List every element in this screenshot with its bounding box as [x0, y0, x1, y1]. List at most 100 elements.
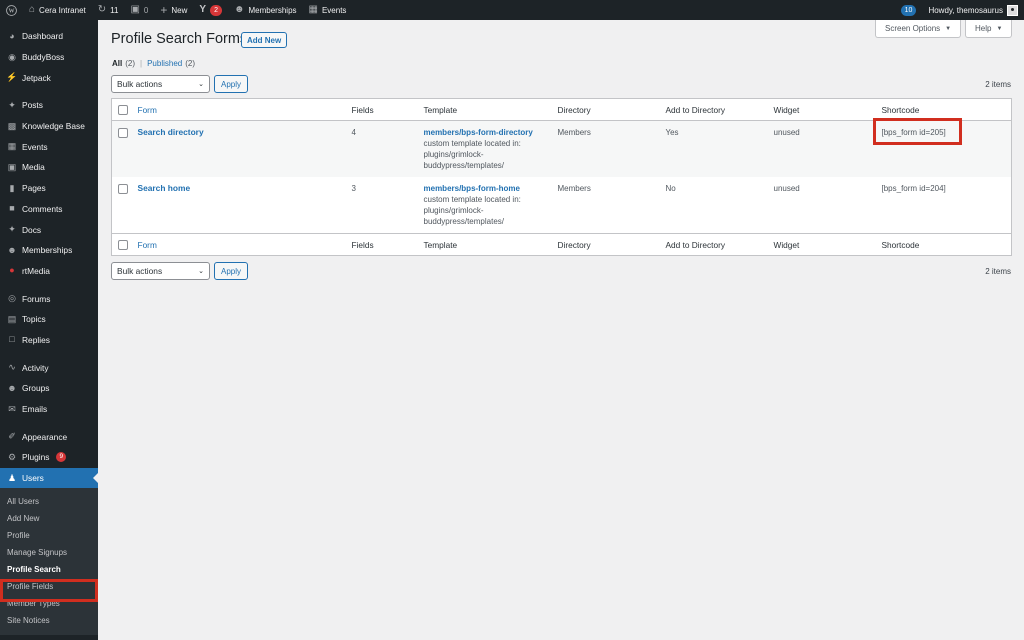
tablenav-top: Bulk actions ⌄ Apply 2 items — [111, 75, 1011, 93]
submenu-site-notices[interactable]: Site Notices — [0, 612, 98, 629]
comments-link[interactable]: ▣ 0 — [124, 0, 154, 20]
template-path: plugins/grimlock- — [423, 206, 484, 215]
dashboard-icon: ◕ — [9, 30, 15, 41]
admin-sidebar: ◕ Dashboard ◉ BuddyBoss ⚡ Jetpack ✦ Posts ▩ K… — [0, 20, 98, 640]
apply-button[interactable]: Apply — [214, 75, 249, 93]
menu-memberships[interactable]: ☻ Memberships — [0, 240, 98, 261]
menu-activity[interactable]: ∿ Activity — [0, 357, 98, 378]
directory-cell: Members — [551, 120, 660, 177]
yoast-link[interactable]: Y 2 — [193, 0, 228, 20]
submenu-add-new[interactable]: Add New — [0, 510, 98, 527]
menu-rtmedia[interactable]: ● rtMedia — [0, 261, 98, 282]
menu-groups[interactable]: ☻ Groups — [0, 378, 98, 399]
template-link[interactable]: members/bps-form-directory — [424, 127, 552, 138]
bulk-actions-select[interactable]: Bulk actions ⌄ — [111, 262, 210, 280]
menu-label: Posts — [22, 100, 43, 111]
howdy-text: Howdy, themosaurus — [928, 5, 1003, 15]
row-checkbox[interactable] — [118, 127, 128, 138]
menu-replies[interactable]: □ Replies — [0, 330, 98, 351]
filter-published[interactable]: Published — [147, 59, 182, 68]
column-shortcode: Shortcode — [875, 233, 1012, 256]
menu-users[interactable]: ♟ Users — [0, 467, 98, 489]
submenu-profile[interactable]: Profile — [0, 527, 98, 544]
new-content-link[interactable]: + New — [154, 0, 193, 20]
menu-plugins[interactable]: ⚙ Plugins 9 — [0, 447, 98, 468]
menu-forums[interactable]: ◎ Forums — [0, 288, 98, 309]
menu-label: Docs — [22, 224, 42, 235]
select-all-checkbox[interactable] — [118, 239, 128, 250]
menu-pages[interactable]: ▮ Pages — [0, 178, 98, 199]
shortcode-cell: [bps_form id=204] — [881, 184, 946, 193]
email-icon: ✉ — [8, 403, 16, 414]
pin-icon: ✦ — [8, 224, 16, 235]
menu-label: rtMedia — [22, 265, 50, 276]
jetpack-icon: ⚡ — [6, 72, 18, 83]
plus-icon: + — [160, 3, 168, 17]
column-form[interactable]: Form — [131, 98, 346, 121]
screen-options-button[interactable]: Screen Options ▼ — [875, 20, 962, 38]
notifications-link[interactable]: 10 — [895, 0, 923, 20]
caret-down-icon: ▼ — [996, 25, 1003, 32]
template-link[interactable]: members/bps-form-home — [424, 183, 552, 194]
my-account-link[interactable]: Howdy, themosaurus — [922, 0, 1024, 20]
buddyboss-icon: ◉ — [8, 51, 16, 62]
submenu-profile-fields[interactable]: Profile Fields — [0, 578, 98, 595]
select-all-checkbox[interactable] — [118, 104, 128, 115]
menu-label: Memberships — [22, 245, 73, 256]
updates-count: 11 — [110, 5, 119, 15]
memberships-link[interactable]: ☻ Memberships — [228, 0, 303, 20]
form-title-link[interactable]: Search home — [138, 183, 191, 193]
items-count: 2 items — [985, 79, 1011, 89]
column-shortcode: Shortcode — [875, 98, 1012, 121]
users-submenu: All Users Add New Profile Manage Signups… — [0, 488, 98, 636]
menu-posts[interactable]: ✦ Posts — [0, 95, 98, 116]
add-new-button[interactable]: Add New — [241, 32, 288, 48]
events-link[interactable]: ▦ Events — [303, 0, 353, 20]
bulk-actions-select[interactable]: Bulk actions ⌄ — [111, 75, 210, 93]
calendar-icon: ▦ — [308, 4, 318, 15]
form-title-link[interactable]: Search directory — [138, 127, 204, 137]
row-checkbox[interactable] — [118, 183, 128, 194]
comment-icon: ▣ — [130, 4, 140, 15]
site-name: Cera Intranet — [39, 5, 86, 15]
menu-topics[interactable]: ▤ Topics — [0, 309, 98, 330]
column-directory: Directory — [551, 233, 660, 256]
template-path: plugins/grimlock- — [423, 150, 484, 159]
menu-label: Groups — [22, 383, 50, 394]
submenu-member-types[interactable]: Member Types — [0, 595, 98, 612]
menu-comments[interactable]: ■ Comments — [0, 199, 98, 220]
menu-label: BuddyBoss — [22, 52, 65, 63]
site-name-link[interactable]: ⌂ Cera Intranet — [23, 0, 92, 20]
menu-media[interactable]: ▣ Media — [0, 157, 98, 178]
column-template: Template — [417, 233, 552, 256]
help-button[interactable]: Help ▼ — [965, 20, 1013, 38]
filter-all[interactable]: All — [112, 59, 122, 68]
menu-label: Dashboard — [22, 31, 63, 42]
wordpress-logo[interactable]: W — [0, 0, 23, 20]
apply-button[interactable]: Apply — [214, 262, 249, 280]
bulk-actions-value: Bulk actions — [117, 266, 163, 276]
template-note: custom template located in: — [423, 139, 521, 148]
groups-icon: ☻ — [7, 382, 17, 393]
new-label: New — [171, 5, 188, 15]
menu-knowledge-base[interactable]: ▩ Knowledge Base — [0, 116, 98, 137]
menu-docs[interactable]: ✦ Docs — [0, 219, 98, 240]
menu-events[interactable]: ▦ Events — [0, 136, 98, 157]
menu-label: Activity — [22, 362, 49, 373]
menu-appearance[interactable]: ✐ Appearance — [0, 426, 98, 447]
menu-dashboard[interactable]: ◕ Dashboard — [0, 26, 98, 47]
wordpress-icon: W — [6, 4, 17, 16]
submenu-manage-signups[interactable]: Manage Signups — [0, 544, 98, 561]
topics-icon: ▤ — [7, 313, 17, 324]
forms-table: Form Fields Template Directory Add to Di… — [111, 98, 1012, 256]
menu-jetpack[interactable]: ⚡ Jetpack — [0, 67, 98, 88]
menu-buddyboss[interactable]: ◉ BuddyBoss — [0, 47, 98, 68]
page-icon: ▮ — [9, 182, 15, 193]
book-icon: ▩ — [7, 120, 17, 131]
menu-emails[interactable]: ✉ Emails — [0, 399, 98, 420]
updates-link[interactable]: ↻ 11 — [92, 0, 125, 20]
submenu-all-users[interactable]: All Users — [0, 493, 98, 510]
submenu-profile-search[interactable]: Profile Search — [0, 561, 98, 578]
activity-icon: ∿ — [8, 362, 16, 373]
column-form[interactable]: Form — [131, 233, 346, 256]
